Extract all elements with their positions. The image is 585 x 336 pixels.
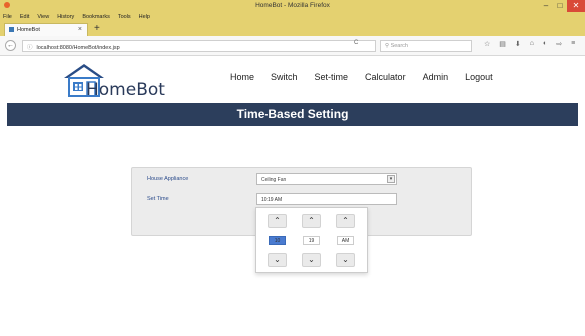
bookmark-star-icon[interactable]: ☆ xyxy=(484,40,490,48)
hour-value[interactable]: 10 xyxy=(269,236,286,245)
tab-close-icon[interactable]: × xyxy=(78,26,82,33)
menu-home[interactable]: Home xyxy=(230,72,254,82)
menu-edit[interactable]: Edit xyxy=(20,14,29,22)
menu-logout[interactable]: Logout xyxy=(465,72,493,82)
minimize-button[interactable]: – xyxy=(539,0,553,12)
time-input-value: 10:19 AM xyxy=(261,197,283,203)
window-controls: – □ ✕ xyxy=(539,0,585,12)
window-title-bar: HomeBot - Mozilla Firefox – □ ✕ xyxy=(0,0,585,12)
hour-up-button[interactable]: ⌃ xyxy=(268,214,287,228)
info-icon[interactable]: ⓘ xyxy=(27,45,33,51)
sync-icon[interactable]: ⇨ xyxy=(556,40,562,48)
brand-name: HomeBot xyxy=(86,80,165,100)
menu-switch[interactable]: Switch xyxy=(271,72,298,82)
minute-up-button[interactable]: ⌃ xyxy=(302,214,321,228)
minute-value[interactable]: 19 xyxy=(303,236,320,245)
appliance-select[interactable]: Ceiling Fan ▾ xyxy=(256,173,397,185)
home-icon[interactable]: ⌂ xyxy=(530,40,534,48)
tab-bar: HomeBot × + xyxy=(0,22,585,36)
tab-homebot[interactable]: HomeBot × xyxy=(4,23,88,36)
time-input[interactable]: 10:19 AM xyxy=(256,193,397,205)
browser-menubar: File Edit View History Bookmarks Tools H… xyxy=(0,12,585,22)
appliance-selected-value: Ceiling Fan xyxy=(261,177,287,183)
menu-history[interactable]: History xyxy=(57,14,74,22)
menu-bookmarks[interactable]: Bookmarks xyxy=(82,14,110,22)
download-icon[interactable]: ⬇ xyxy=(515,40,521,48)
toolbar-icons: ☆ ▤ ⬇ ⌂ ◐ ⇨ ≡ xyxy=(484,40,575,48)
favicon-icon xyxy=(9,27,14,33)
new-tab-button[interactable]: + xyxy=(94,23,100,34)
site-header: HomeBot Home Switch Set-time Calculator … xyxy=(0,56,585,102)
meridian-down-button[interactable]: ⌄ xyxy=(336,253,355,267)
window-title: HomeBot - Mozilla Firefox xyxy=(255,2,330,9)
reload-icon[interactable]: C xyxy=(354,40,358,46)
reader-icon[interactable]: ▤ xyxy=(499,40,506,48)
hamburger-menu-icon[interactable]: ≡ xyxy=(571,40,575,48)
main-menu: Home Switch Set-time Calculator Admin Lo… xyxy=(230,72,493,82)
back-button[interactable]: ← xyxy=(5,40,16,51)
chevron-down-icon: ⌄ xyxy=(308,255,315,264)
menu-tools[interactable]: Tools xyxy=(118,14,131,22)
tab-title: HomeBot xyxy=(17,27,40,33)
address-bar[interactable]: ⓘ localhost:8080/HomeBot/index.jsp xyxy=(22,40,376,52)
menu-file[interactable]: File xyxy=(3,14,12,22)
meridian-value[interactable]: AM xyxy=(337,236,354,245)
url-text: localhost:8080/HomeBot/index.jsp xyxy=(36,45,120,51)
appliance-label: House Appliance xyxy=(147,176,189,182)
chevron-down-icon: ⌄ xyxy=(274,255,281,264)
close-window-button[interactable]: ✕ xyxy=(567,0,585,12)
search-placeholder: Search xyxy=(390,43,408,49)
navigation-bar: ← ⓘ localhost:8080/HomeBot/index.jsp C ⚲ … xyxy=(0,36,585,56)
meridian-up-button[interactable]: ⌃ xyxy=(336,214,355,228)
chevron-up-icon: ⌃ xyxy=(342,216,349,225)
maximize-button[interactable]: □ xyxy=(553,0,567,12)
time-picker: ⌃ ⌃ ⌃ 10 19 AM ⌄ ⌄ ⌄ xyxy=(255,207,368,273)
menu-view[interactable]: View xyxy=(37,14,49,22)
chevron-up-icon: ⌃ xyxy=(274,216,281,225)
menu-calculator[interactable]: Calculator xyxy=(365,72,406,82)
hour-down-button[interactable]: ⌄ xyxy=(268,253,287,267)
chevron-down-icon[interactable]: ▾ xyxy=(387,175,395,183)
set-time-label: Set Time xyxy=(147,196,169,202)
pocket-icon[interactable]: ◐ xyxy=(543,40,547,48)
menu-set-time[interactable]: Set-time xyxy=(315,72,349,82)
homebot-logo[interactable]: HomeBot xyxy=(62,62,182,100)
search-input[interactable]: ⚲ Search xyxy=(380,40,472,52)
chevron-down-icon: ⌄ xyxy=(342,255,349,264)
menu-help[interactable]: Help xyxy=(139,14,150,22)
menu-admin[interactable]: Admin xyxy=(423,72,449,82)
page-title-banner: Time-Based Setting xyxy=(7,103,578,126)
chevron-up-icon: ⌃ xyxy=(308,216,315,225)
minute-down-button[interactable]: ⌄ xyxy=(302,253,321,267)
